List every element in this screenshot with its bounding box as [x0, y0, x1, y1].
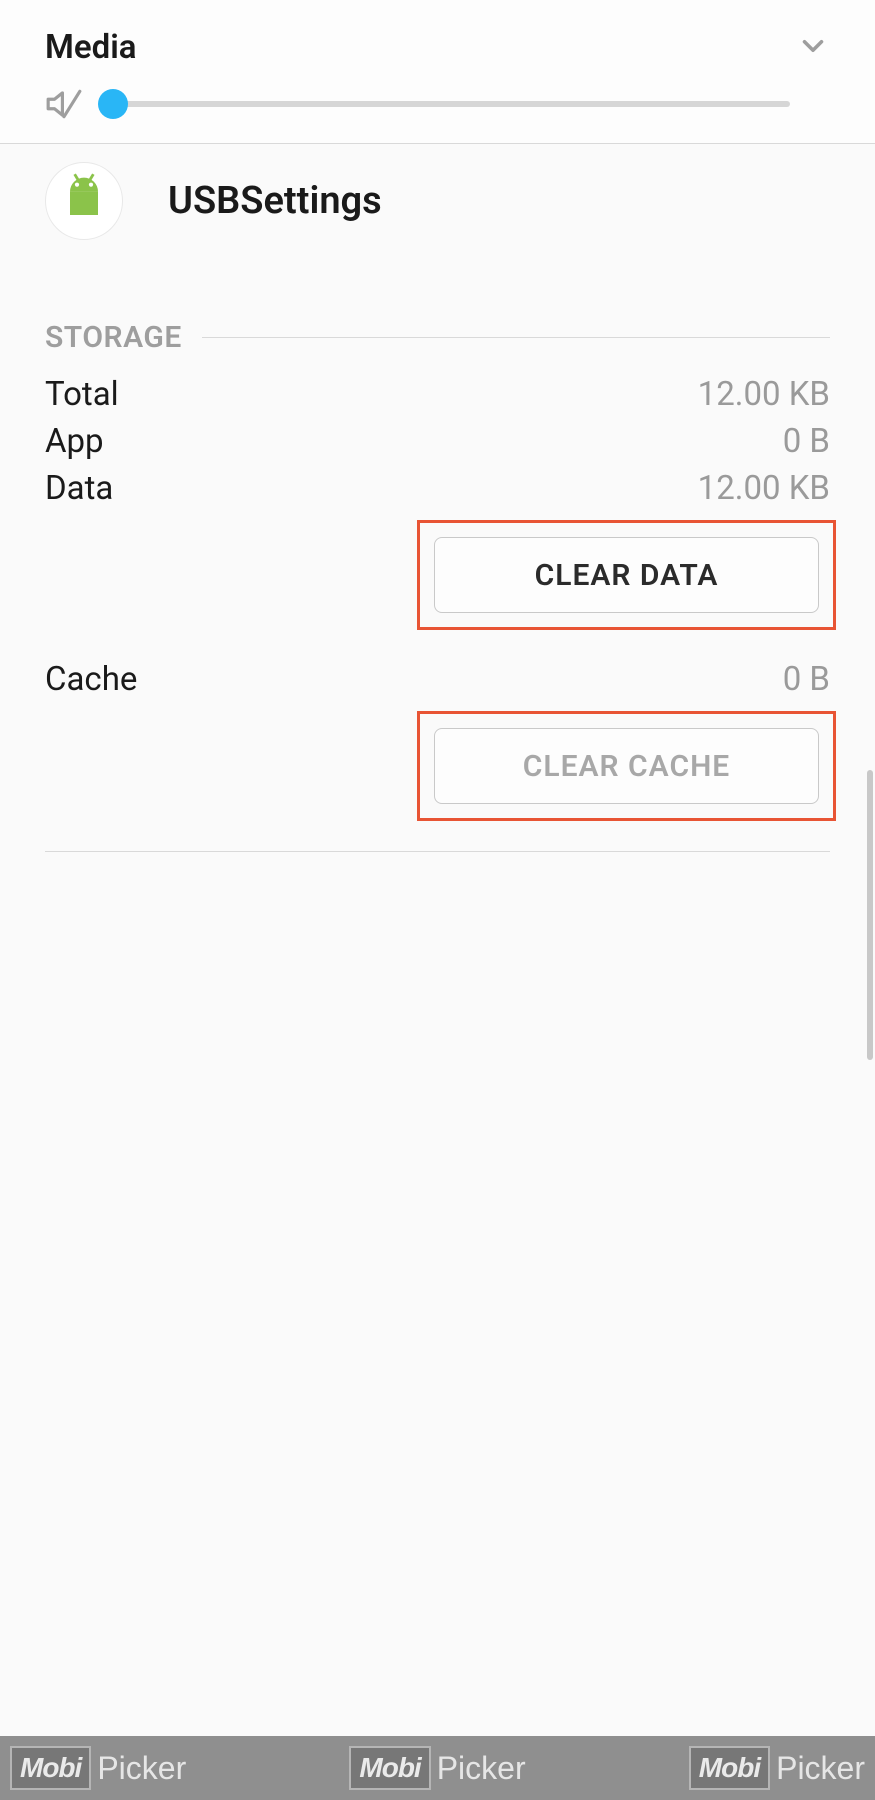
section-divider — [202, 337, 830, 338]
volume-mute-icon[interactable] — [45, 85, 83, 123]
watermark-mobi: Mobi — [349, 1746, 430, 1790]
clear-data-wrap: CLEAR DATA — [45, 520, 836, 630]
storage-total-label: Total — [45, 375, 119, 414]
storage-section-header: STORAGE — [45, 320, 830, 355]
storage-row-app: App 0 B — [45, 422, 830, 461]
watermark-left: Mobi Picker — [10, 1746, 186, 1790]
watermark-mobi: Mobi — [10, 1746, 91, 1790]
watermark-mobi: Mobi — [689, 1746, 770, 1790]
volume-header: Media — [45, 28, 830, 67]
volume-panel: Media — [0, 0, 875, 144]
clear-cache-button[interactable]: CLEAR CACHE — [434, 728, 819, 804]
watermark-picker: Picker — [97, 1750, 186, 1787]
android-robot-icon — [56, 173, 112, 229]
app-header-row: USBSettings — [45, 144, 830, 270]
storage-section-title: STORAGE — [45, 320, 182, 355]
volume-slider-track[interactable] — [113, 101, 790, 107]
storage-row-data: Data 12.00 KB — [45, 469, 830, 508]
storage-app-label: App — [45, 422, 104, 461]
watermark-center: Mobi Picker — [349, 1746, 525, 1790]
storage-row-cache: Cache 0 B — [45, 660, 830, 699]
watermark-right: Mobi Picker — [689, 1746, 865, 1790]
storage-row-total: Total 12.00 KB — [45, 375, 830, 414]
storage-data-label: Data — [45, 469, 113, 508]
app-info-content: USBSettings STORAGE Total 12.00 KB App 0… — [0, 144, 875, 852]
storage-cache-value: 0 B — [783, 660, 830, 699]
storage-app-value: 0 B — [783, 422, 830, 461]
chevron-down-icon[interactable] — [796, 29, 830, 67]
volume-stream-title: Media — [45, 28, 137, 67]
clear-data-button[interactable]: CLEAR DATA — [434, 537, 819, 613]
clear-cache-highlight: CLEAR CACHE — [417, 711, 836, 821]
scrollbar[interactable] — [867, 770, 873, 1060]
app-icon — [45, 162, 123, 240]
bottom-divider — [45, 851, 830, 852]
volume-slider-thumb[interactable] — [98, 89, 128, 119]
watermark-picker: Picker — [776, 1750, 865, 1787]
clear-cache-wrap: CLEAR CACHE — [45, 711, 836, 821]
watermark-bar: Mobi Picker Mobi Picker Mobi Picker — [0, 1736, 875, 1800]
storage-data-value: 12.00 KB — [698, 469, 830, 508]
watermark-picker: Picker — [437, 1750, 526, 1787]
clear-data-highlight: CLEAR DATA — [417, 520, 836, 630]
storage-cache-label: Cache — [45, 660, 137, 699]
storage-total-value: 12.00 KB — [698, 375, 830, 414]
app-name: USBSettings — [168, 179, 382, 223]
volume-slider-row — [45, 85, 830, 123]
